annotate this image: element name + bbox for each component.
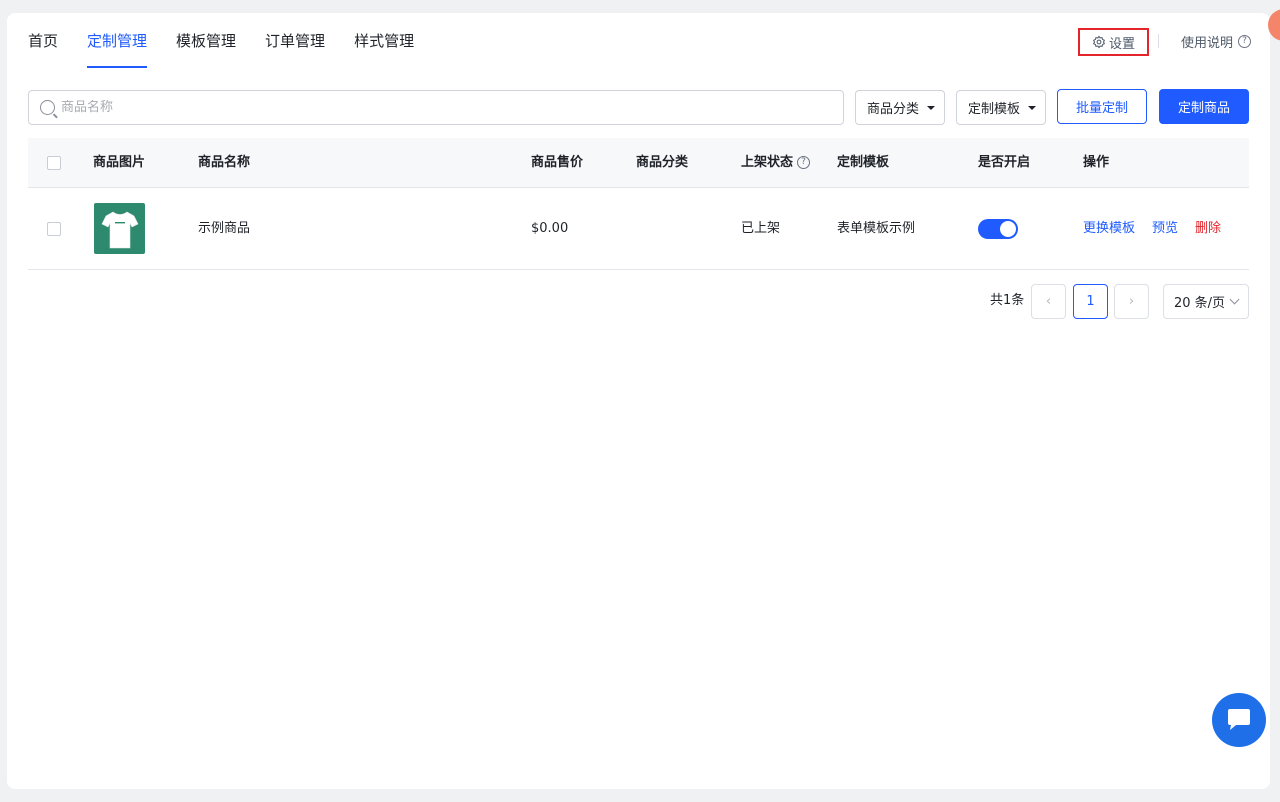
product-template: 表单模板示例: [837, 221, 916, 236]
caret-down-icon: [1028, 105, 1036, 110]
search-input[interactable]: [61, 100, 821, 115]
col-template: 定制模板: [837, 155, 890, 170]
total-count: 共1条: [990, 293, 1025, 308]
tshirt-icon: [101, 211, 138, 248]
next-page-button[interactable]: ›: [1114, 284, 1149, 319]
preview-link[interactable]: 预览: [1152, 188, 1178, 270]
template-select-label: 定制模板: [968, 102, 1021, 117]
table-header: 商品图片 商品名称 商品售价 商品分类 上架状态 ? 定制模板 是否开启 操作: [28, 138, 1249, 188]
settings-label: 设置: [1108, 36, 1135, 52]
change-template-link[interactable]: 更换模板: [1083, 188, 1135, 270]
chat-bubble-icon: [1228, 709, 1250, 730]
tab-styles[interactable]: 样式管理: [354, 31, 414, 67]
col-image: 商品图片: [93, 155, 146, 170]
col-status: 上架状态 ?: [741, 138, 811, 187]
col-price: 商品售价: [531, 155, 584, 170]
col-name: 商品名称: [198, 155, 251, 170]
search-box[interactable]: [28, 90, 844, 125]
prev-page-button[interactable]: ‹: [1031, 284, 1066, 319]
chevron-down-icon: [1229, 294, 1240, 305]
customize-product-button[interactable]: 定制商品: [1159, 89, 1249, 124]
product-status: 已上架: [741, 221, 781, 236]
col-enabled: 是否开启: [978, 155, 1031, 170]
row-checkbox[interactable]: [47, 222, 61, 236]
product-name: 示例商品: [198, 221, 251, 236]
chat-button[interactable]: [1212, 693, 1266, 747]
table-row: 示例商品 $0.00 已上架 表单模板示例 更换模板 预览 删除: [28, 188, 1249, 270]
product-thumbnail[interactable]: [94, 203, 145, 254]
col-actions: 操作: [1083, 155, 1110, 170]
tab-home[interactable]: 首页: [28, 31, 58, 67]
product-price: $0.00: [531, 221, 569, 236]
page-1-button[interactable]: 1: [1073, 284, 1108, 319]
select-all-checkbox[interactable]: [47, 156, 61, 170]
chevron-right-icon: ›: [1128, 294, 1135, 309]
top-nav: 首页 定制管理 模板管理 订单管理 样式管理: [28, 31, 443, 68]
page-size-select[interactable]: 20 条/页: [1163, 284, 1249, 319]
header-divider: [1158, 34, 1159, 48]
chevron-left-icon: ‹: [1045, 294, 1052, 309]
tab-customization[interactable]: 定制管理: [87, 31, 148, 68]
tab-orders[interactable]: 订单管理: [265, 31, 325, 67]
question-icon[interactable]: ?: [797, 156, 811, 169]
category-select[interactable]: 商品分类: [855, 90, 945, 125]
search-icon: [40, 100, 55, 115]
page-size-label: 20 条/页: [1174, 296, 1226, 311]
tab-templates[interactable]: 模板管理: [176, 31, 236, 67]
delete-link[interactable]: 删除: [1195, 188, 1221, 270]
question-icon: ?: [1238, 35, 1252, 48]
gear-icon: [1092, 35, 1105, 49]
enabled-toggle[interactable]: [978, 219, 1018, 239]
help-link[interactable]: 使用说明 ?: [1181, 32, 1252, 51]
col-status-label: 上架状态: [741, 155, 794, 170]
main-panel: 首页 定制管理 模板管理 订单管理 样式管理 设置 使用说明 ? 商品分类 定制…: [7, 13, 1270, 789]
settings-button[interactable]: 设置: [1078, 28, 1149, 56]
caret-down-icon: [927, 105, 935, 110]
batch-customize-button[interactable]: 批量定制: [1057, 89, 1147, 124]
template-select[interactable]: 定制模板: [956, 90, 1046, 125]
category-select-label: 商品分类: [867, 102, 920, 117]
col-category: 商品分类: [636, 155, 689, 170]
help-label: 使用说明: [1181, 36, 1234, 51]
